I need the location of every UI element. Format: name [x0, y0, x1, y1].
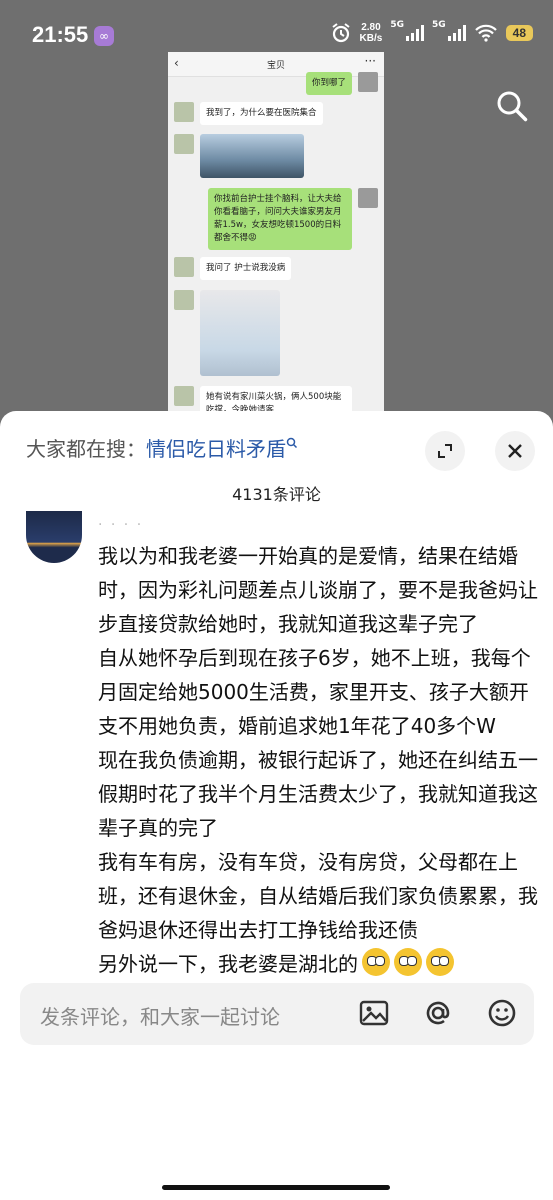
comment-last-line: 另外说一下，我老婆是湖北的 [98, 952, 358, 976]
mention-icon[interactable] [422, 997, 454, 1029]
trending-search[interactable]: 大家都在搜：情侣吃日料矛盾 [26, 433, 298, 462]
app-notification-icon: ∞ [94, 26, 114, 46]
comment-paragraph: 我以为和我老婆一开始真的是爱情，结果在结婚时，因为彩礼问题差点儿谈崩了，要不是我… [98, 544, 538, 636]
chat-message: 我到了，为什么要在医院集合 [174, 102, 323, 125]
avatar[interactable] [26, 511, 82, 563]
chat-message: 我问了 护士说我没病 [174, 257, 292, 280]
wifi-icon [474, 24, 497, 42]
search-icon [286, 437, 298, 449]
search-icon[interactable] [494, 88, 530, 124]
avatar [174, 290, 194, 310]
chat-bubble: 我到了，为什么要在医院集合 [200, 102, 323, 125]
avatar [174, 102, 194, 122]
chat-bubble: 你找前台护士挂个脑科，让大夫给你看看脑子，问问大夫谁家男友月薪1.5w，女友想吃… [208, 188, 352, 250]
signal-icon-2 [447, 25, 466, 41]
home-indicator[interactable] [162, 1185, 390, 1190]
expand-button[interactable] [425, 431, 465, 471]
status-icons: 2.80 KB/s 5G 5G 48 [330, 20, 533, 44]
chat-message: 你找前台护士挂个脑科，让大夫给你看看脑子，问问大夫谁家男友月薪1.5w，女友想吃… [208, 188, 378, 250]
avatar [358, 72, 378, 92]
trending-search-keyword[interactable]: 情侣吃日料矛盾 [146, 437, 286, 461]
emoji-icon [394, 948, 422, 976]
battery-indicator: 48 [505, 25, 533, 41]
chat-message [174, 290, 280, 376]
network-type-2: 5G [431, 20, 446, 30]
hospital-photo [200, 134, 304, 178]
chat-bubble: 你到哪了 [305, 72, 352, 95]
more-icon: ··· [364, 54, 376, 68]
avatar [358, 188, 378, 208]
comment-text: 我以为和我老婆一开始真的是爱情，结果在结婚时，因为彩礼问题差点儿谈崩了，要不是我… [98, 539, 538, 981]
chat-title: 宝贝 [266, 61, 285, 71]
avatar [174, 386, 194, 406]
comment-paragraph: 我有车有房，没有车贷，没有房贷，父母都在上班，还有退休金，自从结婚后我们家负债累… [98, 850, 538, 942]
comment-paragraph: 自从她怀孕后到现在孩子6岁，她不上班，我每个月固定给她5000生活费，家里开支、… [98, 646, 531, 738]
trending-search-label: 大家都在搜： [26, 437, 146, 461]
avatar [174, 257, 194, 277]
image-icon[interactable] [358, 997, 390, 1029]
expand-icon [438, 444, 452, 458]
comment-paragraph: 现在我负债逾期，被银行起诉了，她还在纠结五一假期时花了我半个月生活费太少了，我就… [98, 748, 538, 840]
chat-message: 你到哪了 [305, 72, 378, 95]
comment-input-placeholder: 发条评论，和大家一起讨论 [40, 1005, 280, 1029]
avatar [174, 134, 194, 154]
comment-count: 4131条评论 [232, 485, 321, 504]
close-button[interactable] [495, 431, 535, 471]
network-speed: 2.80 KB/s [359, 22, 383, 44]
comment-paragraph: 另外说一下，我老婆是湖北的 [98, 947, 538, 981]
commenter-name[interactable]: · · · · [98, 517, 143, 533]
status-time: 21:55 [32, 22, 89, 47]
network-type-1: 5G [390, 20, 404, 30]
alarm-icon [331, 23, 350, 43]
close-icon [508, 444, 522, 458]
emoji-picker-icon[interactable] [486, 997, 518, 1029]
signal-icon-1 [405, 25, 424, 41]
nurse-photo [200, 290, 280, 376]
chat-screenshot-image[interactable]: ‹ 宝贝 ··· 你到哪了 我到了，为什么要在医院集合 你找前台护士挂个脑科，让… [168, 52, 384, 422]
chat-bubble: 我问了 护士说我没病 [200, 257, 292, 280]
emoji-icon [362, 948, 390, 976]
comment-input[interactable]: 发条评论，和大家一起讨论 [20, 983, 534, 1045]
comment-sheet: 大家都在搜：情侣吃日料矛盾 4131条评论 · · · · 我以为和我老婆一开始… [0, 411, 553, 1200]
emoji-icon [426, 948, 454, 976]
chat-message [174, 134, 304, 178]
